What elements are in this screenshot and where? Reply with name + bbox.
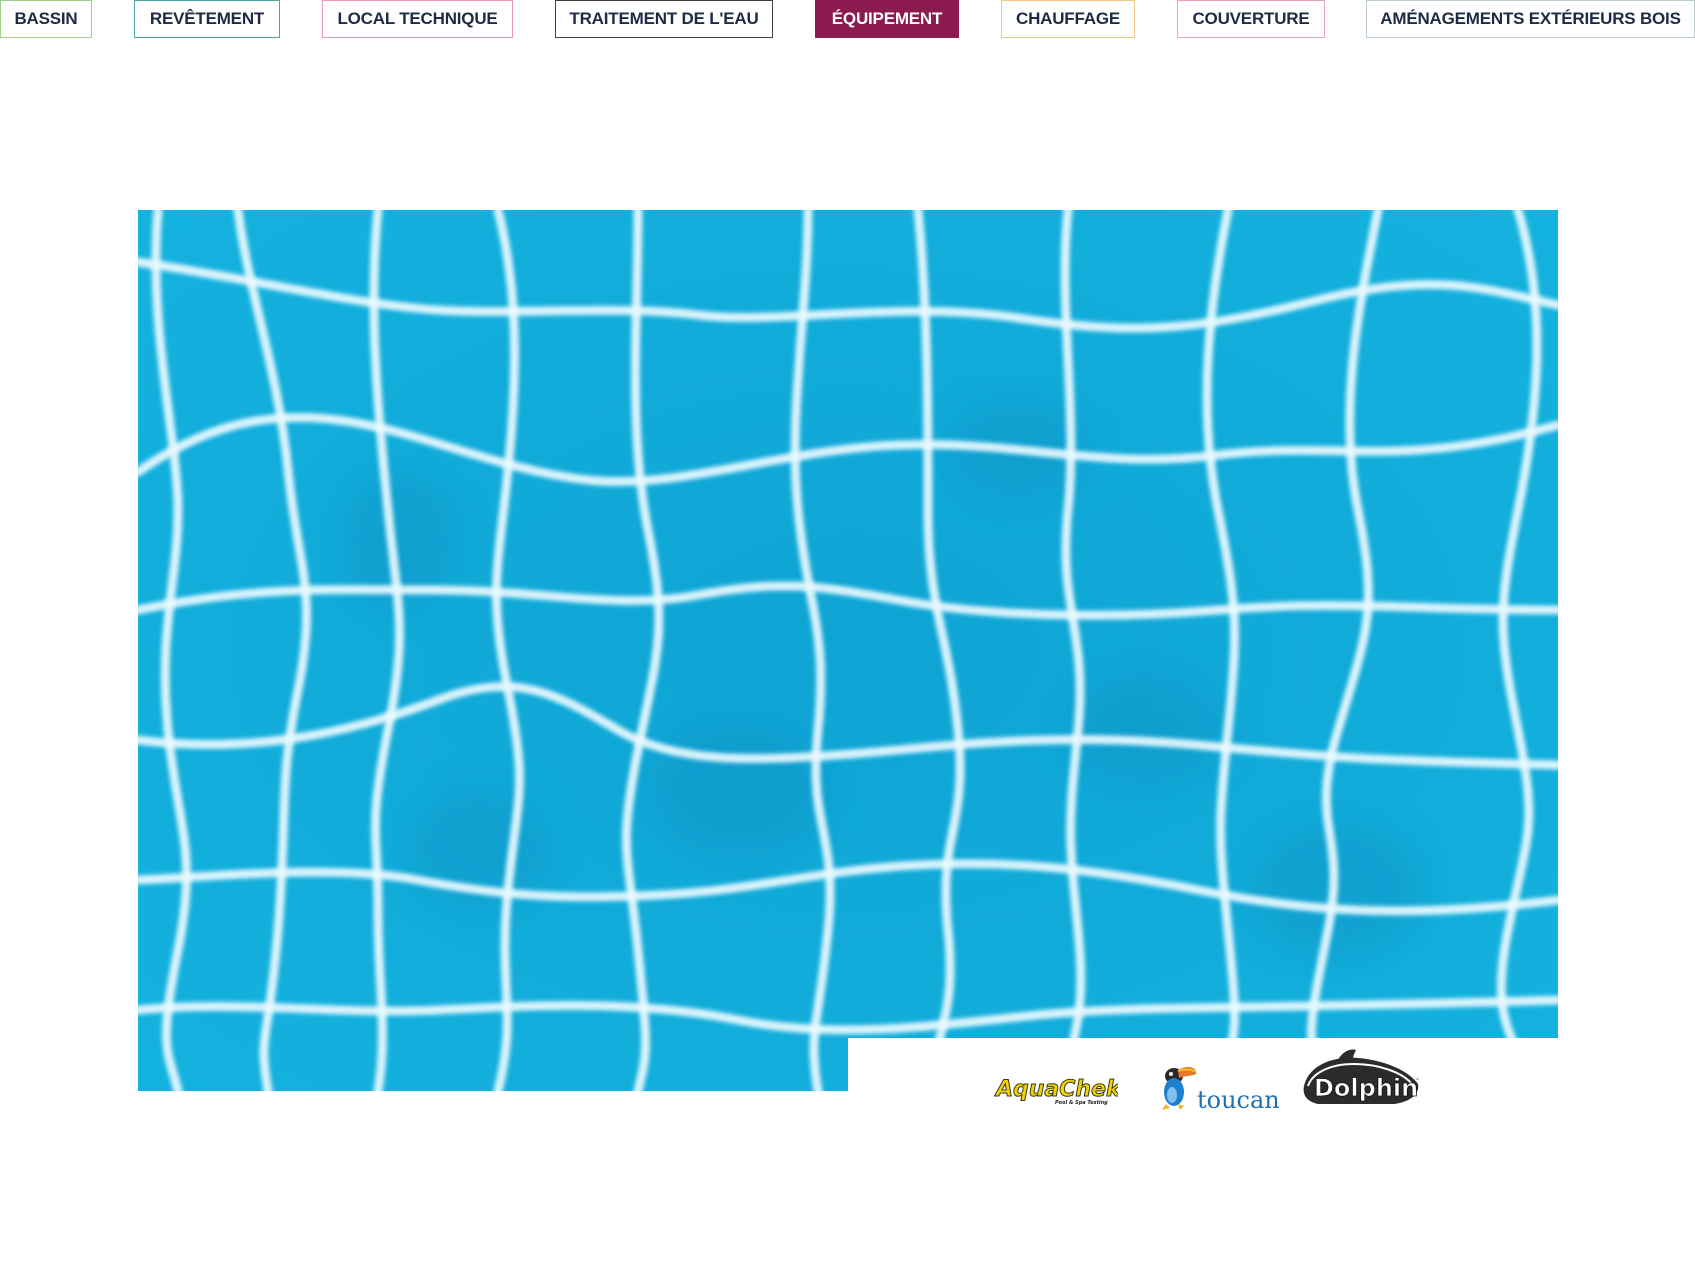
toucan-bird-icon — [1162, 1067, 1197, 1110]
tab-amenagements-exterieurs-bois[interactable]: AMÉNAGEMENTS EXTÉRIEURS BOIS — [1366, 0, 1695, 38]
tab-chauffage[interactable]: CHAUFFAGE — [1001, 0, 1135, 38]
dolphin-logo[interactable]: Dolphin ™ — [1298, 1038, 1428, 1133]
brand-logos: AquaChek Pool & Spa Testing toucan Dolph… — [848, 1038, 1558, 1128]
category-tabs: BASSIN REVÊTEMENT LOCAL TECHNIQUE TRAITE… — [0, 0, 1695, 40]
trademark-icon: ™ — [1415, 1078, 1420, 1084]
aquachek-wordmark: AquaChek — [994, 1077, 1118, 1102]
tab-revetement[interactable]: REVÊTEMENT — [134, 0, 280, 38]
tab-bassin[interactable]: BASSIN — [0, 0, 92, 38]
pool-tiles-hero-image — [138, 210, 1558, 1091]
tab-couverture[interactable]: COUVERTURE — [1177, 0, 1325, 38]
aquachek-tagline: Pool & Spa Testing — [1055, 1100, 1108, 1106]
tab-equipement[interactable]: ÉQUIPEMENT — [815, 0, 959, 38]
tab-local-technique[interactable]: LOCAL TECHNIQUE — [322, 0, 513, 38]
toucan-logo[interactable]: toucan — [1152, 1038, 1282, 1133]
toucan-wordmark: toucan — [1197, 1086, 1280, 1114]
tab-traitement-eau[interactable]: TRAITEMENT DE L'EAU — [555, 0, 773, 38]
aquachek-logo[interactable]: AquaChek Pool & Spa Testing — [993, 1038, 1123, 1133]
dolphin-wordmark: Dolphin — [1314, 1074, 1418, 1102]
